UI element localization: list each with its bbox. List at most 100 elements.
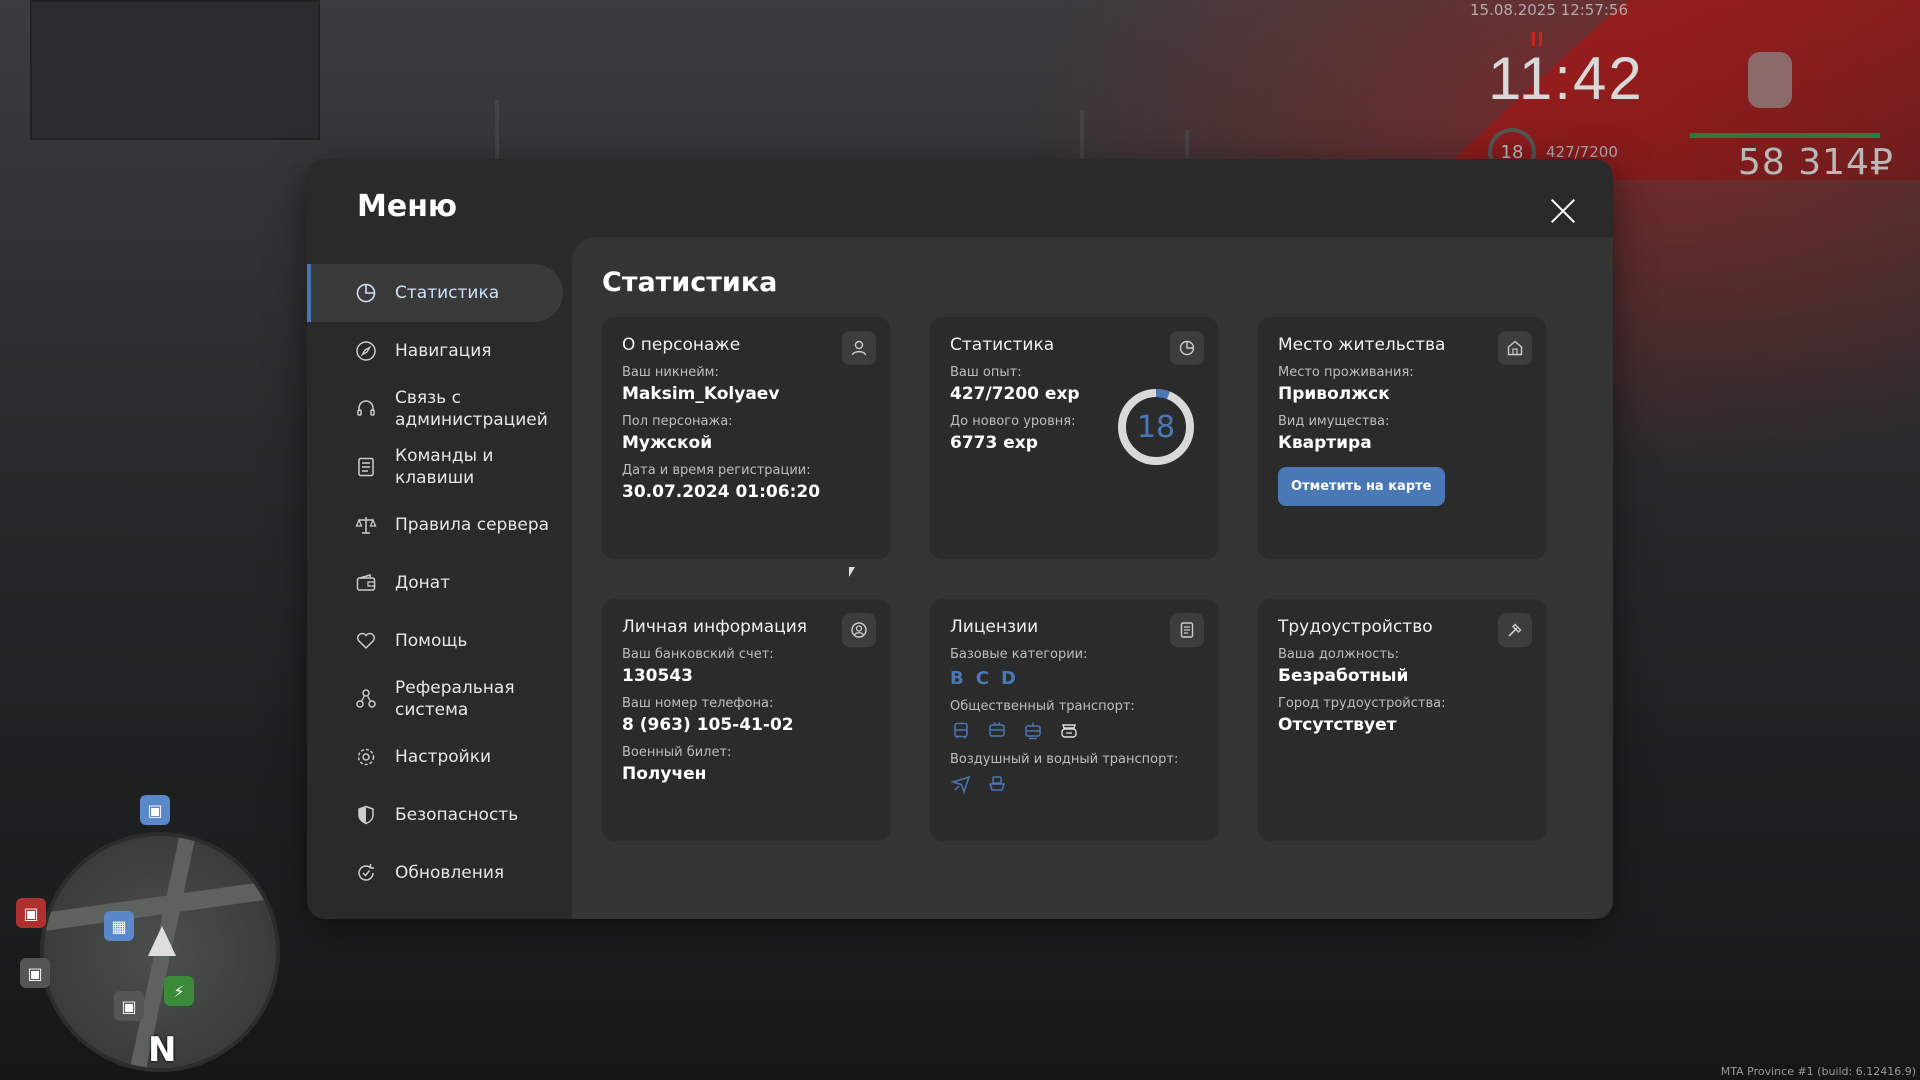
license-category: D [1000, 668, 1016, 689]
sidebar-item-settings[interactable]: Настройки [307, 728, 571, 786]
charge-icon: ⚡ [164, 976, 194, 1006]
content-panel: Статистика О персонаже Ваш никнейм: Maks… [572, 237, 1613, 919]
level-value: 18 [1136, 409, 1176, 445]
bus-icon [950, 720, 972, 742]
card-residence: Место жительства Место проживания: Приво… [1258, 317, 1546, 559]
card-personal: Личная информация Ваш банковский счет: 1… [602, 599, 890, 841]
job-city-value: Отсутствует [1278, 715, 1397, 735]
sidebar-item-label: Реферальная система [395, 678, 515, 720]
sidebar-item-label: Команды и клавиши [395, 446, 494, 488]
hud-clock: 11:42 [1488, 45, 1644, 112]
sidebar-item-statistics[interactable]: Статистика [307, 264, 563, 322]
trolleybus-icon [986, 720, 1008, 742]
field-label: Военный билет: [622, 745, 732, 760]
player-arrow-icon [148, 926, 176, 956]
pie-chart-icon [355, 282, 377, 304]
military-id-value: Получен [622, 764, 707, 784]
close-button[interactable] [1545, 193, 1581, 229]
sidebar-item-rules[interactable]: Правила сервера [307, 496, 571, 554]
bank-account-value: 130543 [622, 666, 693, 686]
fist-icon [1748, 52, 1792, 108]
license-category: B [950, 668, 964, 689]
sidebar-item-referral[interactable]: Реферальная система [307, 670, 571, 728]
ground [0, 900, 1920, 1080]
sidebar-item-navigation[interactable]: Навигация [307, 322, 571, 380]
build-info: MTA Province #1 (build: 6.12416.9) [1720, 1065, 1916, 1078]
field-label: Воздушный и водный транспорт: [950, 752, 1179, 767]
shield-icon [355, 804, 377, 826]
scales-icon [355, 514, 377, 536]
sidebar-item-help[interactable]: Помощь [307, 612, 571, 670]
card-title: Лицензии [950, 617, 1039, 637]
car-icon: ▣ [114, 991, 144, 1021]
card-title: Место жительства [1278, 335, 1446, 355]
compass-north: N [148, 1030, 177, 1070]
gender-value: Мужской [622, 433, 713, 453]
sidebar-item-updates[interactable]: Обновления [307, 844, 571, 902]
phone-value: 8 (963) 105-41-02 [622, 715, 794, 735]
residence-value: Приволжск [1278, 384, 1390, 404]
wallet-icon [355, 572, 377, 594]
sidebar-item-label: Безопасность [395, 805, 519, 825]
mouse-cursor [849, 567, 855, 577]
sidebar-item-commands[interactable]: Команды и клавиши [307, 438, 571, 496]
heart-hands-icon [355, 630, 377, 652]
referral-icon [355, 688, 377, 710]
user-circle-icon [842, 613, 876, 647]
card-title: Статистика [950, 335, 1055, 355]
field-label: Ваш номер телефона: [622, 696, 774, 711]
gear-icon [355, 746, 377, 768]
field-label: Место проживания: [1278, 365, 1414, 380]
card-employment: Трудоустройство Ваша должность: Безработ… [1258, 599, 1546, 841]
sidebar-item-label: Донат [395, 573, 451, 593]
compass-icon [355, 340, 377, 362]
field-label: Ваш опыт: [950, 365, 1022, 380]
pie-chart-icon [1170, 331, 1204, 365]
field-label: Базовые категории: [950, 647, 1088, 662]
bus-stop-icon: ▣ [20, 958, 50, 988]
nickname-value: Maksim_Kolyaev [622, 384, 780, 404]
headset-icon [355, 398, 377, 420]
health-bar [1690, 133, 1880, 138]
sidebar-item-donate[interactable]: Донат [307, 554, 571, 612]
house-icon [1498, 331, 1532, 365]
page-title: Статистика [602, 267, 778, 298]
sidebar: Статистика Навигация Связь с администрац… [307, 264, 571, 902]
mark-on-map-button[interactable]: Отметить на карте [1278, 467, 1445, 506]
building-icon: ▦ [104, 911, 134, 941]
field-label: Город трудоустройства: [1278, 696, 1446, 711]
public-transport-licenses [950, 720, 1198, 742]
bus-stop-icon: ▣ [16, 898, 46, 928]
card-about: О персонаже Ваш никнейм: Maksim_Kolyaev … [602, 317, 890, 559]
air-water-licenses [950, 773, 1198, 795]
field-label: Вид имущества: [1278, 414, 1390, 429]
field-label: Дата и время регистрации: [622, 463, 811, 478]
field-label: Пол персонажа: [622, 414, 733, 429]
sidebar-item-label: Навигация [395, 341, 492, 361]
license-categories: B C D [950, 668, 1198, 689]
field-label: Общественный транспорт: [950, 699, 1135, 714]
card-title: О персонаже [622, 335, 741, 355]
bus-stop-icon: ▣ [140, 795, 170, 825]
field-label: Ваш никнейм: [622, 365, 719, 380]
sidebar-item-admin-contact[interactable]: Связь с администрацией [307, 380, 571, 438]
sidebar-item-label: Правила сервера [395, 515, 550, 535]
sidebar-item-label: Обновления [395, 863, 505, 883]
menu-window: Меню Статистика Навигация Связь с админи… [307, 159, 1613, 919]
sidebar-item-label: Связь с администрацией [395, 388, 548, 430]
card-licenses: Лицензии Базовые категории: B C D Общест… [930, 599, 1218, 841]
sidebar-item-security[interactable]: Безопасность [307, 786, 571, 844]
registration-value: 30.07.2024 01:06:20 [622, 482, 821, 502]
billboard [30, 0, 320, 140]
plane-icon [950, 773, 972, 795]
card-title: Личная информация [622, 617, 808, 637]
menu-title: Меню [357, 189, 458, 224]
taxi-icon [1058, 720, 1080, 742]
field-label: Ваша должность: [1278, 647, 1400, 662]
card-statistics: Статистика Ваш опыт: 427/7200 exp До нов… [930, 317, 1218, 559]
hud-money: 58 314₽ [1738, 142, 1894, 183]
property-type-value: Квартира [1278, 433, 1372, 453]
license-category: C [975, 668, 989, 689]
document-list-icon [355, 456, 377, 478]
sidebar-item-label: Статистика [395, 283, 500, 303]
